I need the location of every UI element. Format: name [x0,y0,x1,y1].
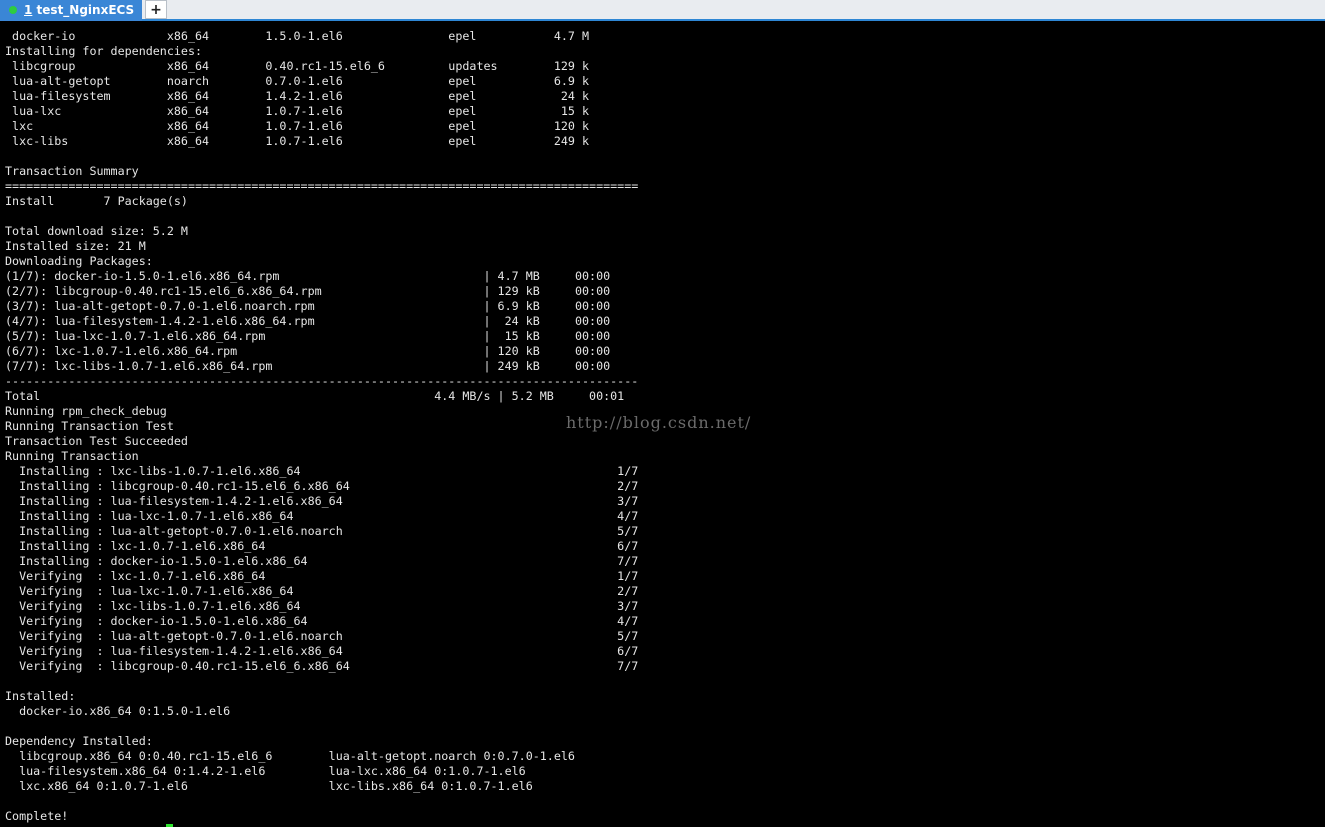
watermark-text: http://blog.csdn.net/ [566,413,752,432]
terminal-line: docker-io.x86_64 0:1.5.0-1.el6 [5,704,231,718]
terminal-line: docker-io x86_64 1.5.0-1.el6 epel 4.7 M [5,29,590,43]
session-tab-bar: 1 test_NginxECS + [0,0,1325,21]
session-tab-number: 1 [24,3,33,17]
terminal-line: ========================================… [5,179,639,193]
terminal-line: lxc-libs x86_64 1.0.7-1.el6 epel 249 k [5,134,590,148]
terminal-line: Total 4.4 MB/s | 5.2 MB 00:01 [5,389,625,403]
terminal-line: Installing : lxc-libs-1.0.7-1.el6.x86_64… [5,464,639,478]
terminal-line: Installing : lua-lxc-1.0.7-1.el6.x86_64 … [5,509,639,523]
terminal-line: Verifying : lxc-1.0.7-1.el6.x86_64 1/7 [5,569,639,583]
terminal-line: libcgroup x86_64 0.40.rc1-15.el6_6 updat… [5,59,590,73]
terminal-line: Running rpm_check_debug [5,404,167,418]
terminal-line: Verifying : lua-lxc-1.0.7-1.el6.x86_64 2… [5,584,639,598]
terminal-line: Running Transaction Test [5,419,174,433]
terminal-line: (3/7): lua-alt-getopt-0.7.0-1.el6.noarch… [5,299,611,313]
terminal-line: Verifying : docker-io-1.5.0-1.el6.x86_64… [5,614,639,628]
terminal-line: lxc.x86_64 0:1.0.7-1.el6 lxc-libs.x86_64… [5,779,533,793]
terminal-line: Installing for dependencies: [5,44,203,58]
terminal-line: Installed size: 21 M [5,239,146,253]
terminal-line: Installing : lua-alt-getopt-0.7.0-1.el6.… [5,524,639,538]
terminal-line: (2/7): libcgroup-0.40.rc1-15.el6_6.x86_6… [5,284,611,298]
terminal-line: Verifying : lua-alt-getopt-0.7.0-1.el6.n… [5,629,639,643]
terminal-line: Running Transaction [5,449,139,463]
new-tab-button[interactable]: + [145,0,167,19]
session-tab-title: test_NginxECS [36,3,135,17]
terminal-line: (7/7): lxc-libs-1.0.7-1.el6.x86_64.rpm |… [5,359,611,373]
terminal-line: Installing : libcgroup-0.40.rc1-15.el6_6… [5,479,639,493]
terminal-line: Dependency Installed: [5,734,153,748]
terminal-line: Downloading Packages: [5,254,153,268]
terminal-line: (5/7): lua-lxc-1.0.7-1.el6.x86_64.rpm | … [5,329,611,343]
terminal-line: (4/7): lua-filesystem-1.4.2-1.el6.x86_64… [5,314,611,328]
terminal-line: Verifying : lua-filesystem-1.4.2-1.el6.x… [5,644,639,658]
terminal-line: Installing : lxc-1.0.7-1.el6.x86_64 6/7 [5,539,639,553]
terminal-line: Install 7 Package(s) [5,194,188,208]
terminal-line: ----------------------------------------… [5,374,639,388]
terminal-line: Transaction Summary [5,164,139,178]
terminal-line: Installing : docker-io-1.5.0-1.el6.x86_6… [5,554,639,568]
terminal-line: Installed: [5,689,76,703]
terminal-line: Complete! [5,809,69,823]
terminal-line: lua-lxc x86_64 1.0.7-1.el6 epel 15 k [5,104,590,118]
terminal-line: (6/7): lxc-1.0.7-1.el6.x86_64.rpm | 120 … [5,344,611,358]
terminal-line: Transaction Test Succeeded [5,434,188,448]
terminal-line: libcgroup.x86_64 0:0.40.rc1-15.el6_6 lua… [5,749,575,763]
terminal-line: (1/7): docker-io-1.5.0-1.el6.x86_64.rpm … [5,269,611,283]
terminal-line: Verifying : lxc-libs-1.0.7-1.el6.x86_64 … [5,599,639,613]
connected-status-icon [9,6,17,14]
terminal-line: lxc x86_64 1.0.7-1.el6 epel 120 k [5,119,590,133]
terminal-line: Verifying : libcgroup-0.40.rc1-15.el6_6.… [5,659,639,673]
session-tab[interactable]: 1 test_NginxECS [0,0,142,21]
terminal-line: lua-alt-getopt noarch 0.7.0-1.el6 epel 6… [5,74,590,88]
terminal-line: lua-filesystem.x86_64 0:1.4.2-1.el6 lua-… [5,764,526,778]
terminal-line: lua-filesystem x86_64 1.4.2-1.el6 epel 2… [5,89,590,103]
terminal-line: Installing : lua-filesystem-1.4.2-1.el6.… [5,494,639,508]
terminal-line: Total download size: 5.2 M [5,224,188,238]
